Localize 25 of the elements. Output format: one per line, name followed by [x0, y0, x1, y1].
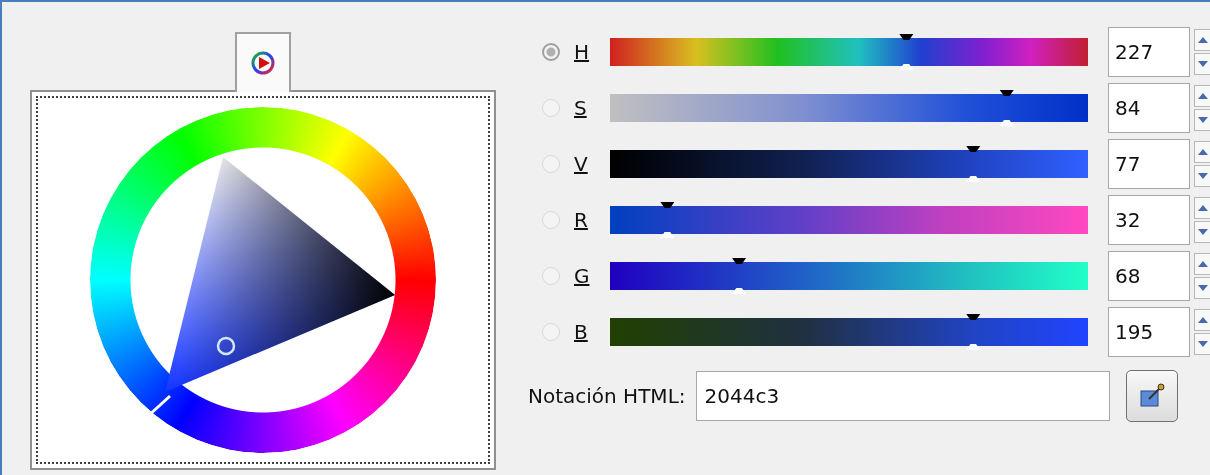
radio-button[interactable]: [542, 99, 560, 117]
spin-field[interactable]: 68: [1108, 251, 1190, 301]
spin-field[interactable]: 77: [1108, 139, 1190, 189]
channel-label: H: [574, 40, 591, 64]
spin-field[interactable]: 84: [1108, 83, 1190, 133]
radio-button[interactable]: [542, 267, 560, 285]
channel-label: B: [574, 320, 589, 344]
slider-thumb[interactable]: [899, 34, 914, 70]
radio-button[interactable]: [542, 155, 560, 173]
wheel-tab[interactable]: [235, 32, 291, 92]
html-notation-field[interactable]: 2044c3: [695, 371, 1110, 421]
spin-field[interactable]: 32: [1108, 195, 1190, 245]
spin-field[interactable]: 227: [1108, 27, 1190, 77]
radio-button[interactable]: [542, 211, 560, 229]
html-notation-label: Notación HTML:: [528, 384, 686, 408]
spin-field[interactable]: 195: [1108, 307, 1190, 357]
channel-label: V: [574, 152, 589, 176]
channel-label: G: [574, 264, 591, 288]
channel-label: S: [574, 96, 588, 120]
eyedropper-icon: [1138, 383, 1165, 409]
radio-button[interactable]: [542, 43, 560, 61]
color-picker-button[interactable]: [1125, 370, 1178, 422]
radio-button[interactable]: [542, 323, 560, 341]
channel-label: R: [574, 208, 589, 232]
color-wheel-icon: [250, 50, 276, 76]
